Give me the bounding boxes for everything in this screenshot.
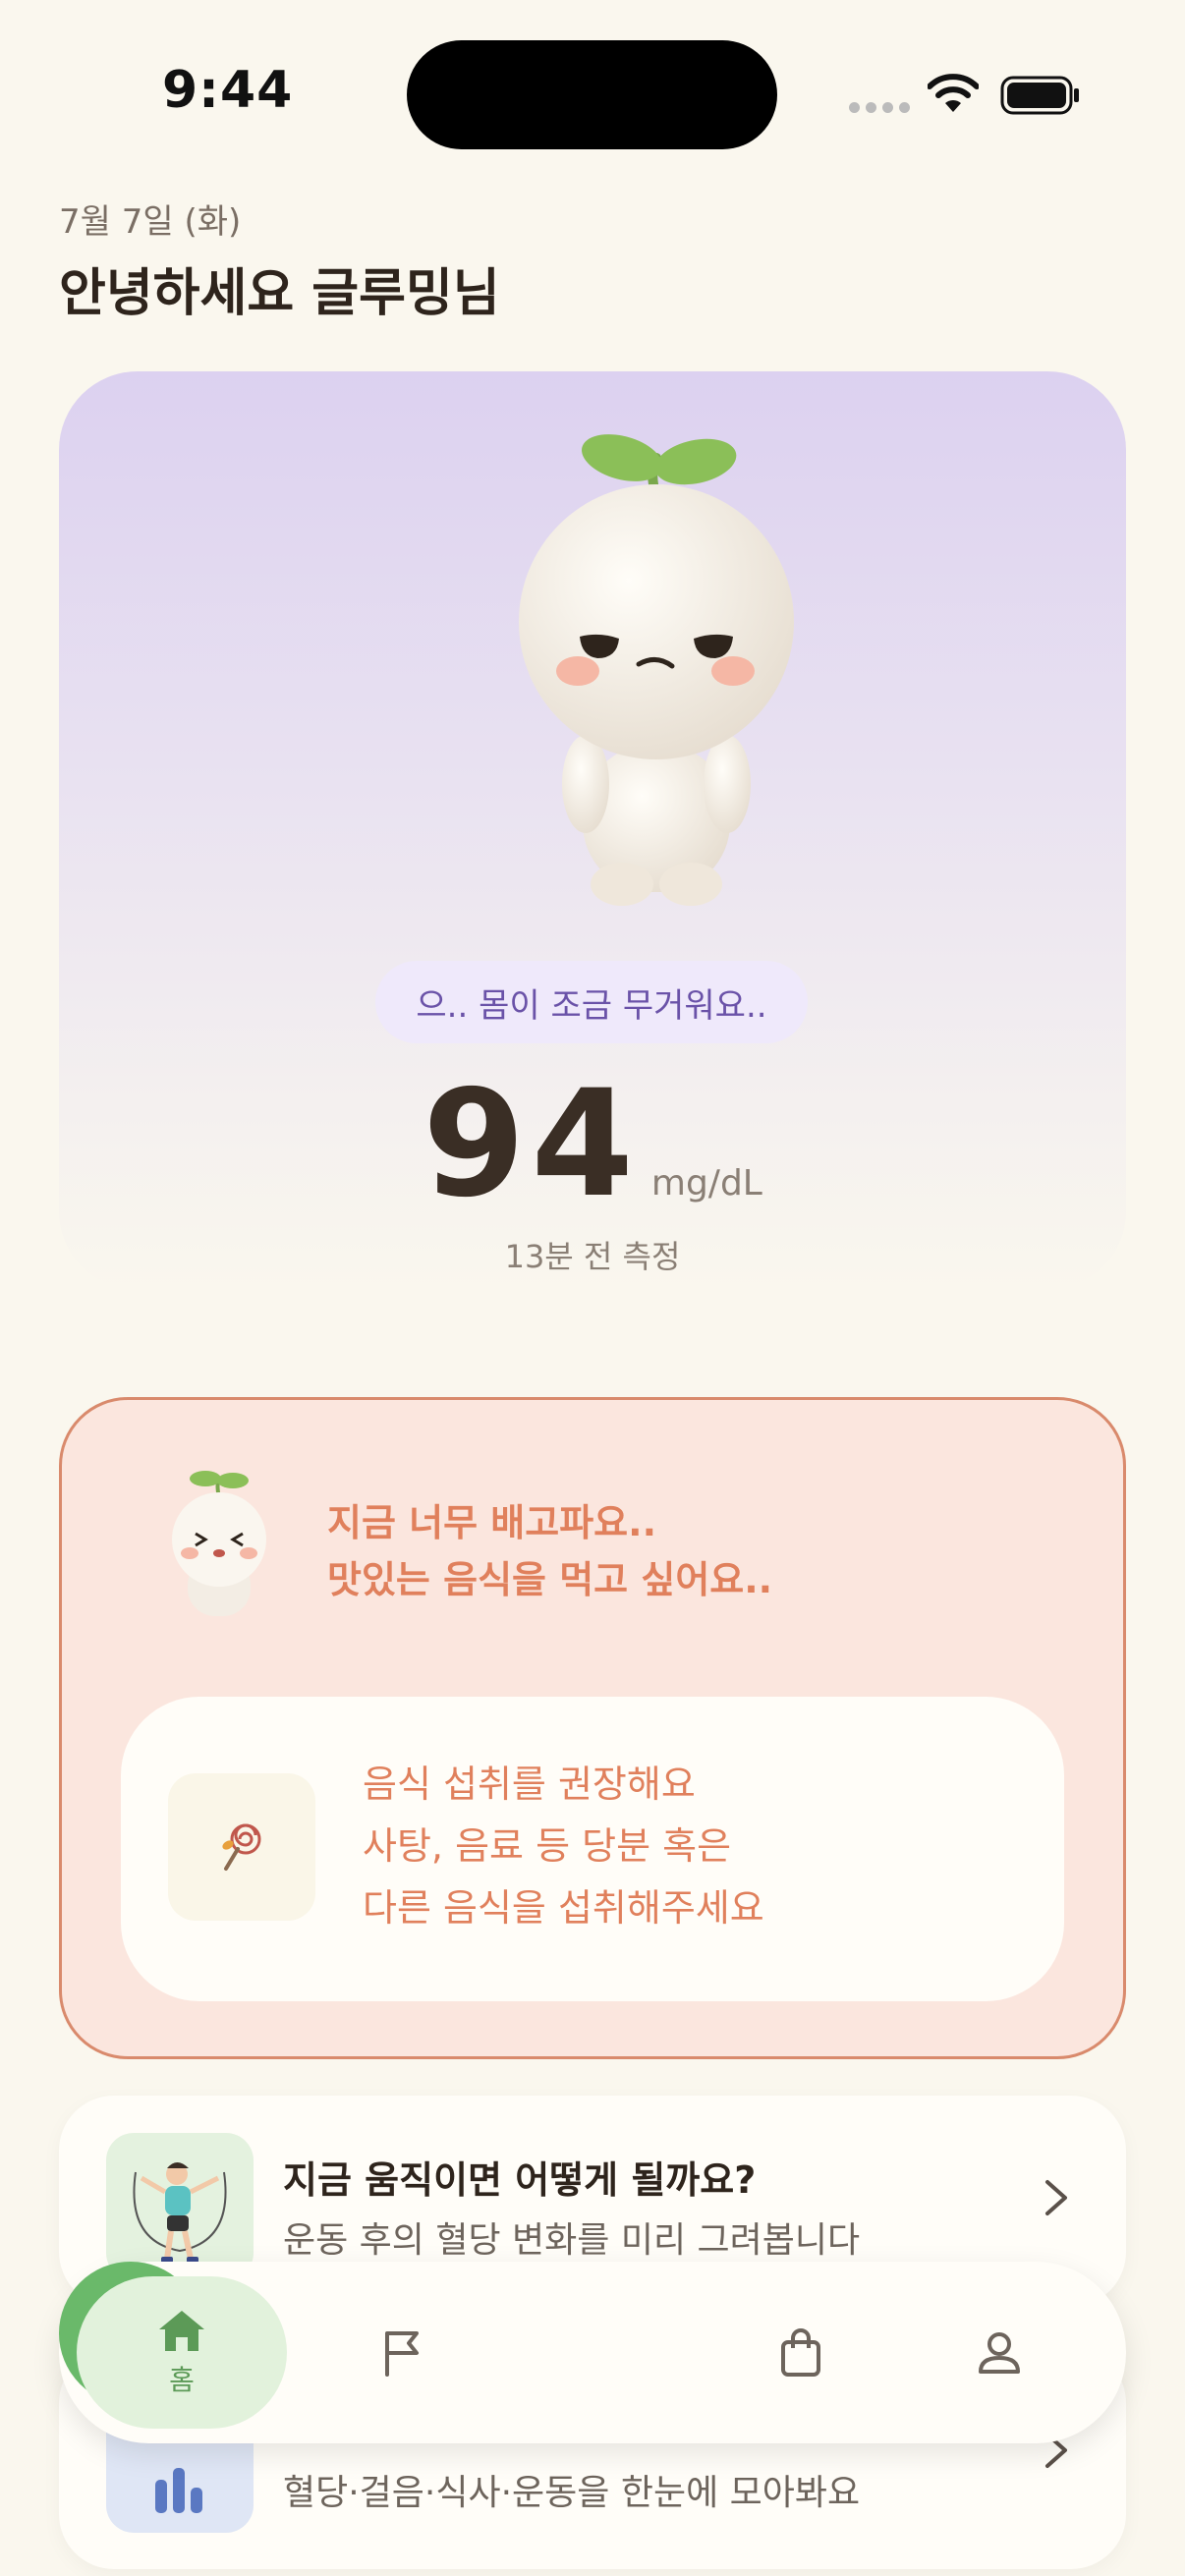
profile-icon <box>979 2331 1020 2374</box>
exercise-card-subtitle: 운동 후의 혈당 변화를 미리 그려봅니다 <box>283 2220 861 2261</box>
alert-message: 지금 너무 배고파요.. 맛있는 음식을 먹고 싶어요.. <box>327 1494 772 1608</box>
recommendation-line: 다른 음식을 섭취해주세요 <box>363 1886 764 1930</box>
glucose-value: 94 <box>423 1059 640 1230</box>
glucose-reading: 94 mg/dL <box>59 1059 1126 1230</box>
alert-message-line: 맛있는 음식을 먹고 싶어요.. <box>327 1558 773 1601</box>
hunger-alert-card: 지금 너무 배고파요.. 맛있는 음식을 먹고 싶어요.. 음식 섭취를 권장해… <box>59 1397 1126 2059</box>
exercise-card-title: 지금 움직이면 어떻게 될까요? <box>283 2158 757 2202</box>
recommendation-box: 음식 섭취를 권장해요 사탕, 음료 등 당분 혹은 다른 음식을 섭취해주세요 <box>121 1697 1064 2001</box>
tab-shop[interactable] <box>747 2276 855 2429</box>
dynamic-island <box>407 40 777 149</box>
wifi-icon <box>928 74 979 112</box>
status-time: 9:44 <box>162 61 294 120</box>
tab-profile[interactable] <box>945 2276 1053 2429</box>
sprout-mascot-illustration <box>519 434 794 906</box>
recommendation-text: 음식 섭취를 권장해요 사탕, 음료 등 당분 혹은 다른 음식을 섭취해주세요 <box>363 1754 764 1939</box>
glucose-unit: mg/dL <box>650 1163 762 1204</box>
greeting-title: 안녕하세요 글루밍님 <box>59 264 500 323</box>
candy-icon <box>168 1773 315 1921</box>
measured-time: 13분 전 측정 <box>504 1238 681 1275</box>
mood-status-pill: 으.. 몸이 조금 무거워요.. <box>375 961 808 1043</box>
shopping-bag-icon <box>781 2327 820 2377</box>
recommendation-line: 음식 섭취를 권장해요 <box>363 1763 696 1806</box>
home-icon <box>159 2310 204 2351</box>
glucose-hero-card: 으.. 몸이 조금 무거워요.. 94 mg/dL 13분 전 측정 <box>59 371 1126 1290</box>
alert-message-line: 지금 너무 배고파요.. <box>327 1501 657 1544</box>
date-label: 7월 7일 (화) <box>59 202 242 242</box>
flag-icon <box>385 2330 419 2377</box>
summary-card-subtitle: 혈당·걸음·식사·운동을 한눈에 모아봐요 <box>283 2473 861 2513</box>
bottom-tab-bar: 홈 <box>59 2262 1126 2443</box>
cellular-signal-icon <box>849 102 910 113</box>
chevron-right-icon <box>1045 2180 1067 2215</box>
tab-home[interactable]: 홈 <box>77 2276 287 2429</box>
recommendation-line: 사탕, 음료 등 당분 혹은 <box>363 1824 732 1868</box>
home-screen: 9:44 7월 7일 (화) 안녕하세요 글루밍님 으.. 몸이 조금 무거워요… <box>0 0 1185 2576</box>
tab-challenge[interactable] <box>349 2276 457 2429</box>
tab-home-label: 홈 <box>169 2363 195 2396</box>
battery-icon <box>1000 76 1079 115</box>
jump-rope-icon <box>106 2133 254 2280</box>
hungry-mascot-illustration <box>172 1471 266 1616</box>
